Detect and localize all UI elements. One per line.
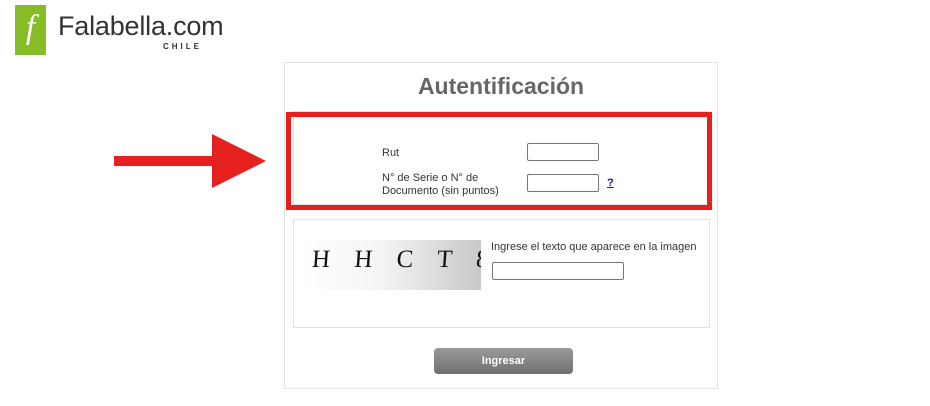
falabella-f-icon: f [15, 5, 46, 55]
captcha-image-text: H H C T 8 [311, 246, 481, 273]
brand-name: Falabella.com [58, 11, 224, 41]
ingresar-button[interactable]: Ingresar [434, 348, 573, 374]
red-arrow-annotation [114, 134, 266, 188]
brand-country: CHILE [163, 42, 202, 51]
red-highlight-annotation [286, 112, 712, 210]
captcha-input[interactable] [492, 262, 624, 280]
page-title: Autentificación [417, 73, 585, 99]
captcha-image: H H C T 8 [304, 240, 481, 290]
captcha-section: H H C T 8 Ingrese el texto que aparece e… [293, 219, 710, 328]
captcha-prompt: Ingrese el texto que aparece en la image… [491, 241, 697, 253]
